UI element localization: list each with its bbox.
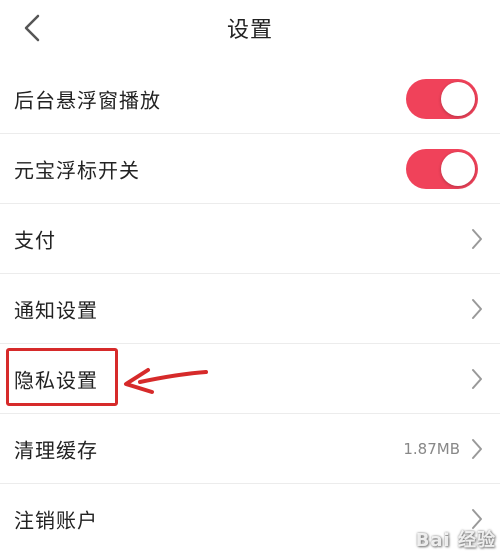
setting-row-privacy[interactable]: 隐私设置 bbox=[0, 344, 500, 414]
setting-row-floating-play: 后台悬浮窗播放 bbox=[0, 64, 500, 134]
setting-label: 通知设置 bbox=[14, 298, 98, 322]
settings-list: 后台悬浮窗播放 元宝浮标开关 支付 通知设置 隐私设置 清理缓存 1.87MB … bbox=[0, 64, 500, 554]
setting-label: 支付 bbox=[14, 228, 56, 252]
chevron-right-icon bbox=[472, 228, 482, 249]
chevron-right-icon bbox=[472, 438, 482, 459]
annotation-arrow-icon bbox=[124, 368, 208, 394]
chevron-right-icon bbox=[472, 298, 482, 319]
header-bar: 设置 bbox=[0, 0, 500, 56]
setting-label: 后台悬浮窗播放 bbox=[14, 88, 161, 112]
setting-row-payment[interactable]: 支付 bbox=[0, 204, 500, 274]
toggle-knob bbox=[441, 151, 475, 186]
chevron-right-icon bbox=[472, 368, 482, 389]
floating-play-toggle[interactable] bbox=[406, 78, 478, 119]
setting-label: 注销账户 bbox=[14, 508, 98, 533]
setting-label: 元宝浮标开关 bbox=[14, 158, 140, 182]
page-title: 设置 bbox=[226, 18, 273, 43]
toggle-knob bbox=[441, 81, 475, 116]
baidu-jingyan-watermark: Bai 经验 bbox=[415, 530, 496, 551]
setting-row-clear-cache[interactable]: 清理缓存 1.87MB bbox=[0, 414, 500, 484]
setting-label: 清理缓存 bbox=[14, 438, 98, 462]
yuanbao-float-toggle[interactable] bbox=[406, 148, 478, 189]
cache-size-value: 1.87MB bbox=[403, 439, 460, 458]
setting-label: 隐私设置 bbox=[14, 368, 98, 392]
setting-row-yuanbao-float: 元宝浮标开关 bbox=[0, 134, 500, 204]
setting-row-notification[interactable]: 通知设置 bbox=[0, 274, 500, 344]
